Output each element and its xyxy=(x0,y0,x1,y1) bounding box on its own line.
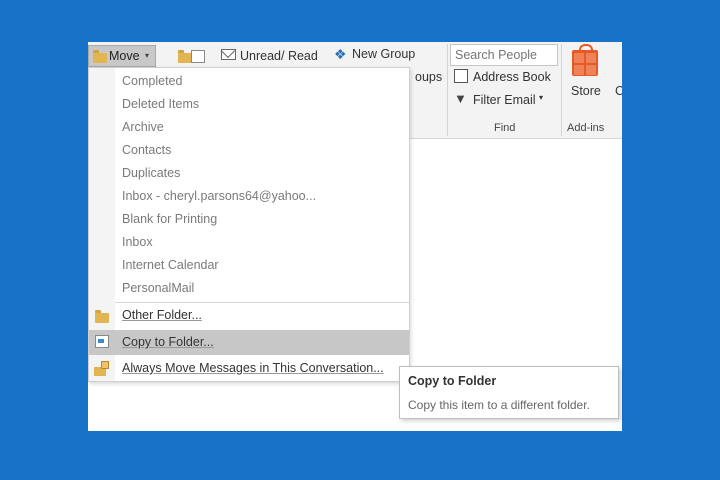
rules-sheet-icon xyxy=(191,50,205,63)
menu-item-label: Archive xyxy=(122,120,164,134)
menu-item-label: Always Move Messages in This Conversatio… xyxy=(122,361,384,375)
search-people-box[interactable] xyxy=(450,44,558,66)
menu-item-label: Duplicates xyxy=(122,166,181,180)
find-group-label: Find xyxy=(494,122,516,134)
menu-item-label: Internet Calendar xyxy=(122,258,219,272)
menu-item-label: Inbox xyxy=(122,235,153,249)
address-book-icon xyxy=(454,69,468,83)
folder-rules-icon[interactable] xyxy=(176,48,206,68)
menu-item-label: Blank for Printing xyxy=(122,212,218,226)
filter-email-label: Filter Email xyxy=(473,93,536,107)
menu-separator xyxy=(115,302,409,303)
people-group-icon: ❖ xyxy=(334,46,347,62)
menu-item-label: PersonalMail xyxy=(122,281,195,295)
move-button[interactable]: Move ▾ xyxy=(88,45,156,67)
copy-folder-icon xyxy=(95,335,109,348)
search-people-input[interactable] xyxy=(451,45,557,65)
menu-item-folder[interactable]: Deleted Items xyxy=(89,93,409,116)
address-book-label: Address Book xyxy=(473,70,551,84)
menu-item-folder[interactable]: Contacts xyxy=(89,139,409,162)
menu-item-other-folder[interactable]: Other Folder... xyxy=(89,304,409,327)
move-dropdown-menu: Completed Deleted Items Archive Contacts… xyxy=(88,67,410,382)
menu-item-label: Deleted Items xyxy=(122,97,200,111)
groups-partial-label: oups xyxy=(415,70,443,84)
tooltip-title: Copy to Folder xyxy=(408,374,497,388)
menu-item-label: Contacts xyxy=(122,143,172,157)
clipped-label: C xyxy=(615,84,622,98)
menu-item-copy-to-folder[interactable]: Copy to Folder... xyxy=(89,330,409,355)
menu-item-folder[interactable]: PersonalMail xyxy=(89,277,409,300)
store-label: Store xyxy=(571,84,601,98)
menu-item-folder[interactable]: Blank for Printing xyxy=(89,208,409,231)
new-group-label: New Group xyxy=(352,47,416,61)
ribbon-divider xyxy=(561,44,562,136)
unread-read-label: Unread/ Read xyxy=(240,49,318,63)
envelope-icon xyxy=(221,49,236,60)
always-move-icon xyxy=(94,361,110,377)
menu-item-always-move[interactable]: Always Move Messages in This Conversatio… xyxy=(89,357,409,380)
addins-group-label: Add-ins xyxy=(567,122,605,134)
ribbon-divider xyxy=(447,44,448,136)
menu-item-label: Copy to Folder... xyxy=(122,335,214,349)
menu-item-folder[interactable]: Internet Calendar xyxy=(89,254,409,277)
menu-item-label: Other Folder... xyxy=(122,308,202,322)
store-bag-icon xyxy=(572,44,598,76)
menu-item-folder[interactable]: Archive xyxy=(89,116,409,139)
menu-item-label: Inbox - cheryl.parsons64@yahoo... xyxy=(122,189,317,203)
tooltip-description: Copy this item to a different folder. xyxy=(408,398,590,412)
folder-icon xyxy=(93,50,107,63)
funnel-icon: ▼ xyxy=(454,91,467,106)
move-label: Move xyxy=(109,49,140,63)
menu-item-folder[interactable]: Completed xyxy=(89,70,409,93)
menu-item-folder[interactable]: Inbox xyxy=(89,231,409,254)
menu-item-label: Completed xyxy=(122,74,183,88)
chevron-down-icon: ▾ xyxy=(145,51,150,60)
chevron-down-icon: ▾ xyxy=(539,93,544,102)
copy-to-folder-tooltip: Copy to Folder Copy this item to a diffe… xyxy=(399,366,619,419)
folder-icon xyxy=(95,310,109,323)
menu-item-folder[interactable]: Duplicates xyxy=(89,162,409,185)
menu-item-folder[interactable]: Inbox - cheryl.parsons64@yahoo... xyxy=(89,185,409,208)
folder-icon xyxy=(178,50,192,63)
